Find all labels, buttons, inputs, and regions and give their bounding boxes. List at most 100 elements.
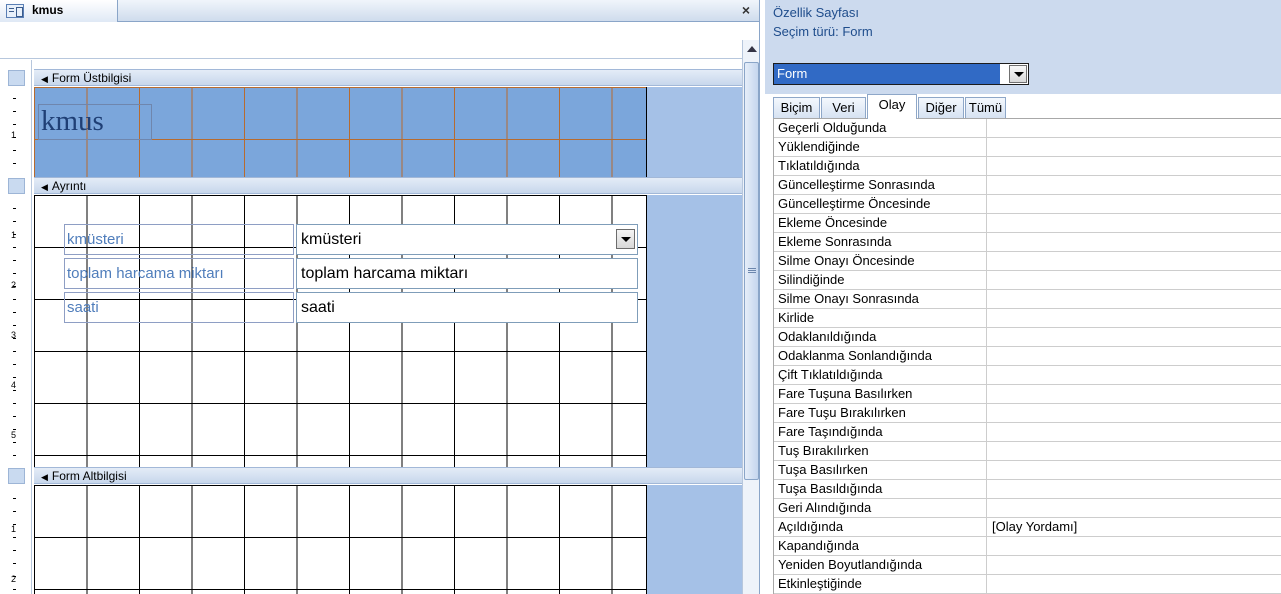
property-row[interactable]: Silindiğinde — [774, 271, 1281, 290]
property-row[interactable]: Tuş Bırakılırken — [774, 442, 1281, 461]
label-toplam-harcama[interactable]: toplam harcama miktarı — [64, 258, 294, 289]
textbox-saati[interactable]: saati — [296, 292, 638, 323]
property-row[interactable]: Silme Onayı Sonrasında — [774, 290, 1281, 309]
vertical-ruler-tick — [13, 312, 16, 313]
tab-veri[interactable]: Veri — [821, 97, 866, 118]
property-name: Kapandığında — [774, 537, 987, 555]
property-value[interactable] — [988, 157, 1281, 175]
vertical-ruler-tick — [13, 511, 16, 512]
selection-type: Seçim türü: Form — [773, 24, 873, 39]
vertical-ruler-number: 5 — [11, 430, 17, 440]
tab-diger[interactable]: Diğer — [918, 97, 964, 118]
chevron-down-icon[interactable] — [616, 229, 635, 249]
property-row[interactable]: Yeniden Boyutlandığında — [774, 556, 1281, 575]
property-value[interactable] — [988, 176, 1281, 194]
property-row[interactable]: Güncelleştirme Sonrasında — [774, 176, 1281, 195]
section-bar-detail[interactable]: Ayrıntı — [34, 177, 742, 194]
vertical-ruler-tick — [13, 390, 16, 391]
scroll-up-arrow-icon[interactable] — [747, 46, 757, 52]
property-value[interactable] — [988, 252, 1281, 270]
section-bar-footer[interactable]: Form Altbilgisi — [34, 467, 742, 484]
property-value[interactable] — [988, 271, 1281, 289]
form-header-margin — [646, 87, 742, 177]
chevron-down-icon[interactable] — [1009, 65, 1027, 83]
section-label-footer: Form Altbilgisi — [41, 469, 127, 483]
header-section-selector[interactable] — [8, 70, 25, 86]
property-value[interactable] — [988, 328, 1281, 346]
detail-section-selector[interactable] — [8, 178, 25, 194]
property-row[interactable]: Yüklendiğinde — [774, 138, 1281, 157]
property-value[interactable] — [988, 309, 1281, 327]
property-value[interactable] — [988, 119, 1281, 137]
property-value[interactable] — [988, 138, 1281, 156]
property-name: Fare Taşındığında — [774, 423, 987, 441]
property-row[interactable]: Çift Tıklatıldığında — [774, 366, 1281, 385]
combo-kmusteri[interactable]: kmüsteri — [296, 224, 638, 255]
property-name: Kirlide — [774, 309, 987, 327]
section-bar-header[interactable]: Form Üstbilgisi — [34, 69, 742, 86]
form-footer-section[interactable] — [34, 485, 646, 594]
property-name: Yeniden Boyutlandığında — [774, 556, 987, 574]
label-kmusteri[interactable]: kmüsteri — [64, 224, 294, 255]
property-name: Tuş Bırakılırken — [774, 442, 987, 460]
property-row[interactable]: Tuşa Basıldığında — [774, 480, 1281, 499]
footer-section-selector[interactable] — [8, 468, 25, 484]
property-row[interactable]: Tuşa Basılırken — [774, 461, 1281, 480]
document-tab-label: kmus — [32, 3, 64, 17]
property-row[interactable]: Güncelleştirme Öncesinde — [774, 195, 1281, 214]
form-title-label[interactable]: kmus — [38, 104, 152, 140]
property-row[interactable]: Ekleme Sonrasında — [774, 233, 1281, 252]
label-saati[interactable]: saati — [64, 292, 294, 323]
property-value[interactable] — [988, 195, 1281, 213]
property-name: Yüklendiğinde — [774, 138, 987, 156]
vertical-ruler-tick — [13, 377, 16, 378]
property-row[interactable]: Fare Tuşuna Basılırken — [774, 385, 1281, 404]
property-name: Ekleme Sonrasında — [774, 233, 987, 251]
vertical-ruler-number: 3 — [11, 330, 17, 340]
tab-olay[interactable]: Olay — [867, 94, 917, 119]
textbox-toplam-harcama[interactable]: toplam harcama miktarı — [296, 258, 638, 289]
tab-bicim[interactable]: Biçim — [773, 97, 820, 118]
tab-tumu[interactable]: Tümü — [965, 97, 1006, 118]
property-name: Çift Tıklatıldığında — [774, 366, 987, 384]
property-value[interactable] — [988, 442, 1281, 460]
property-value[interactable] — [988, 499, 1281, 517]
property-value[interactable] — [988, 423, 1281, 441]
property-value[interactable] — [988, 290, 1281, 308]
property-value[interactable] — [988, 556, 1281, 574]
property-value[interactable] — [988, 366, 1281, 384]
property-value[interactable] — [988, 461, 1281, 479]
vertical-ruler-tick — [13, 416, 16, 417]
vertical-ruler: 1 1 2 3 4 5 1 2 — [0, 60, 32, 594]
property-row[interactable]: Fare Taşındığında — [774, 423, 1281, 442]
property-row[interactable]: Silme Onayı Öncesinde — [774, 252, 1281, 271]
property-row[interactable]: Tıklatıldığında — [774, 157, 1281, 176]
form-footer-margin — [646, 485, 742, 594]
property-row[interactable]: Geçerli Olduğunda — [774, 119, 1281, 138]
property-row[interactable]: Etkinleştiğinde — [774, 575, 1281, 594]
property-value[interactable] — [988, 233, 1281, 251]
property-value[interactable] — [988, 347, 1281, 365]
property-row[interactable]: Odaklanma Sonlandığında — [774, 347, 1281, 366]
property-row[interactable]: Geri Alındığında — [774, 499, 1281, 518]
vertical-scrollbar[interactable] — [742, 40, 759, 594]
property-row[interactable]: Odaklanıldığında — [774, 328, 1281, 347]
property-value[interactable] — [988, 537, 1281, 555]
property-row[interactable]: Açıldığında [Olay Yordamı] — [774, 518, 1281, 537]
property-value[interactable] — [988, 480, 1281, 498]
property-value[interactable] — [988, 575, 1281, 593]
property-row[interactable]: Ekleme Öncesinde — [774, 214, 1281, 233]
object-selector-dropdown[interactable]: Form — [773, 63, 1029, 85]
property-row[interactable]: Fare Tuşu Bırakılırken — [774, 404, 1281, 423]
document-tab-kmus[interactable]: kmus — [0, 0, 118, 22]
scrollbar-thumb[interactable] — [744, 62, 759, 480]
property-sheet-title: Özellik Sayfası — [773, 5, 859, 20]
property-value[interactable] — [988, 385, 1281, 403]
property-row[interactable]: Kapandığında — [774, 537, 1281, 556]
vertical-ruler-tick — [13, 247, 16, 248]
close-icon[interactable]: × — [738, 2, 754, 18]
property-value[interactable] — [988, 404, 1281, 422]
property-row[interactable]: Kirlide — [774, 309, 1281, 328]
property-value[interactable] — [988, 214, 1281, 232]
property-value[interactable]: [Olay Yordamı] — [988, 518, 1281, 536]
